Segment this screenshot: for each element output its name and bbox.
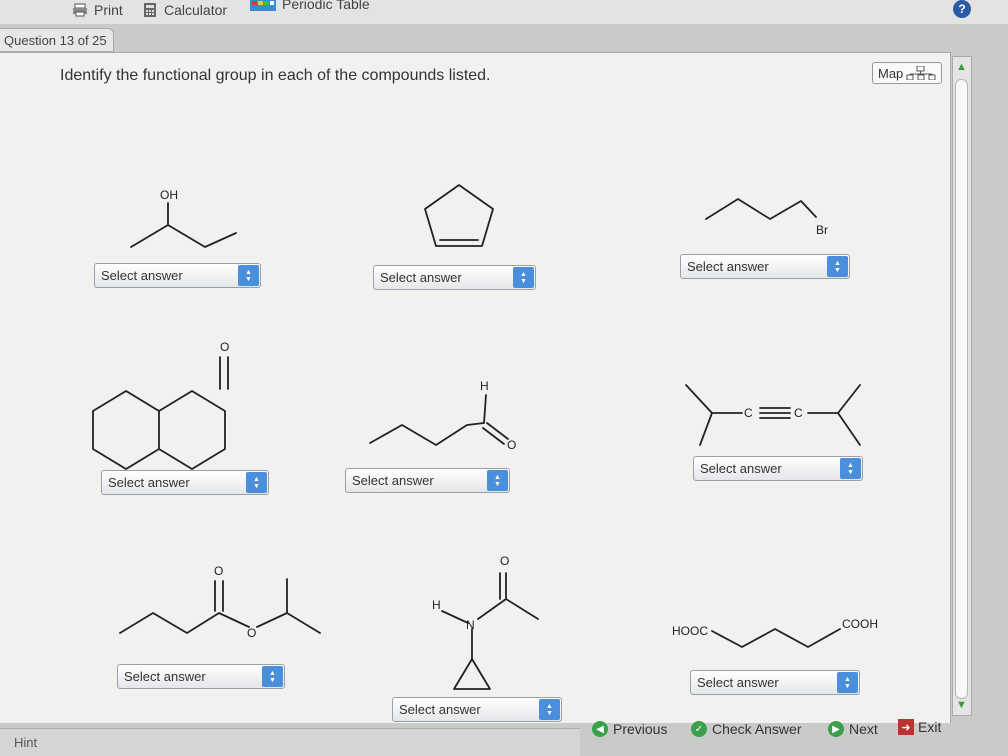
answer-select-8-value: Select answer <box>399 702 481 717</box>
answer-select-9-value: Select answer <box>697 675 779 690</box>
answer-select-4-value: Select answer <box>108 475 190 490</box>
answer-select-5[interactable]: Select answer ▲ ▼ <box>345 468 510 493</box>
ketone-o-label: O <box>220 340 229 354</box>
select-arrows-icon: ▲ ▼ <box>246 472 267 493</box>
select-arrows-icon: ▲ ▼ <box>539 699 560 720</box>
scroll-down-icon[interactable]: ▼ <box>956 699 967 711</box>
previous-arrow-icon: ◀ <box>592 721 608 737</box>
print-label: Print <box>94 2 123 18</box>
structure-dicarboxylic-acid: HOOC COOH <box>672 617 878 648</box>
structure-amide: O H N <box>432 554 539 690</box>
aldehyde-o-label: O <box>507 438 516 452</box>
answer-select-2[interactable]: Select answer ▲ ▼ <box>373 265 536 290</box>
select-arrows-icon: ▲ ▼ <box>487 470 508 491</box>
vertical-scrollbar[interactable]: ▲ ▼ <box>952 56 972 716</box>
amide-h-label: H <box>432 598 441 612</box>
check-answer-button[interactable]: ✓ Check Answer <box>691 718 801 740</box>
answer-select-3[interactable]: Select answer ▲ ▼ <box>680 254 850 279</box>
hooc-label: HOOC <box>672 624 708 638</box>
ester-carbonyl-o-label: O <box>214 564 223 578</box>
exit-icon: ➜ <box>898 719 914 735</box>
select-arrows-icon: ▲ ▼ <box>513 267 534 288</box>
alkyne-c1-label: C <box>744 406 753 420</box>
select-arrows-icon: ▲ ▼ <box>837 672 858 693</box>
printer-icon <box>73 3 87 17</box>
ester-o-label: O <box>247 626 256 640</box>
hint-bar[interactable]: Hint <box>0 728 580 756</box>
answer-select-1-value: Select answer <box>101 268 183 283</box>
structure-alkyne: C C <box>685 384 861 446</box>
exit-button[interactable]: ➜ Exit <box>898 716 941 738</box>
answer-select-6-value: Select answer <box>700 461 782 476</box>
print-button[interactable]: Print <box>72 0 123 20</box>
aldehyde-h-label: H <box>480 379 489 393</box>
answer-select-3-value: Select answer <box>687 259 769 274</box>
answer-select-6[interactable]: Select answer ▲ ▼ <box>693 456 863 481</box>
help-icon[interactable]: ? <box>953 0 971 18</box>
question-panel: Identify the functional group in each of… <box>0 52 951 723</box>
previous-label: Previous <box>613 721 668 737</box>
periodic-table-label: Periodic Table <box>282 0 370 12</box>
question-counter-tab: Question 13 of 25 <box>0 28 114 52</box>
answer-select-5-value: Select answer <box>352 473 434 488</box>
scroll-thumb[interactable] <box>955 79 968 699</box>
next-arrow-icon: ▶ <box>828 721 844 737</box>
answer-select-4[interactable]: Select answer ▲ ▼ <box>101 470 269 495</box>
answer-select-9[interactable]: Select answer ▲ ▼ <box>690 670 860 695</box>
structure-decalone: O <box>92 340 229 470</box>
next-label: Next <box>849 721 878 737</box>
select-arrows-icon: ▲ ▼ <box>262 666 283 687</box>
select-arrows-icon: ▲ ▼ <box>840 458 861 479</box>
calculator-label: Calculator <box>164 2 228 18</box>
structure-butanal: H O <box>369 379 516 452</box>
checkmark-icon: ✓ <box>691 721 707 737</box>
select-arrows-icon: ▲ ▼ <box>238 265 259 286</box>
answer-select-7[interactable]: Select answer ▲ ▼ <box>117 664 285 689</box>
cooh-label: COOH <box>842 617 878 631</box>
calculator-icon <box>144 3 156 17</box>
amide-o-label: O <box>500 554 509 568</box>
periodic-table-icon <box>250 0 276 11</box>
answer-select-8[interactable]: Select answer ▲ ▼ <box>392 697 562 722</box>
periodic-table-button[interactable]: Periodic Table <box>250 0 370 14</box>
exit-label: Exit <box>918 719 942 735</box>
calculator-button[interactable]: Calculator <box>142 0 227 20</box>
answer-select-7-value: Select answer <box>124 669 206 684</box>
br-label: Br <box>816 223 828 237</box>
next-button[interactable]: ▶ Next <box>828 718 878 740</box>
alkyne-c2-label: C <box>794 406 803 420</box>
chemical-structures: OH Br O H O C C O O O H N HOOC COOH <box>92 184 878 690</box>
scroll-up-icon[interactable]: ▲ <box>956 61 967 73</box>
top-toolbar: Print Calculator Periodic Table ? <box>0 0 1008 24</box>
structure-2-butanol: OH <box>130 188 237 248</box>
structure-1-bromobutane: Br <box>705 198 828 237</box>
select-arrows-icon: ▲ ▼ <box>827 256 848 277</box>
amide-n-label: N <box>466 618 475 632</box>
answer-select-1[interactable]: Select answer ▲ ▼ <box>94 263 261 288</box>
answer-select-2-value: Select answer <box>380 270 462 285</box>
structure-ester: O O <box>119 564 321 640</box>
structure-cyclopentene <box>424 184 494 247</box>
check-answer-label: Check Answer <box>712 721 802 737</box>
oh-label: OH <box>160 188 178 202</box>
hint-label: Hint <box>14 735 38 750</box>
previous-button[interactable]: ◀ Previous <box>592 718 667 740</box>
